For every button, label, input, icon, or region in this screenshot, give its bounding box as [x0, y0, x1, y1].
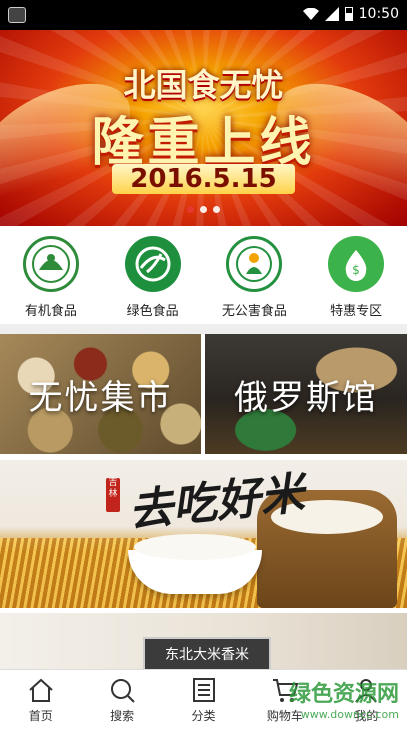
site-watermark: 绿色资源网 www.downcc.com: [289, 676, 399, 721]
tab-label: 首页: [28, 709, 53, 723]
category-icon: [192, 678, 215, 702]
wifi-icon: [302, 8, 319, 20]
tab-label: 搜索: [110, 709, 135, 723]
tab-label: 分类: [191, 709, 216, 723]
product-promo[interactable]: 东北大米香米: [0, 613, 407, 669]
tile-worry-free-market[interactable]: 无忧集市: [0, 334, 201, 454]
rice-promo-banner[interactable]: 吉林 去吃好米: [0, 460, 407, 608]
green-food-icon: [124, 236, 181, 292]
svg-text:$: $: [352, 263, 360, 277]
carousel-dot[interactable]: [213, 206, 220, 213]
tile-label: 俄罗斯馆: [234, 377, 378, 418]
tab-category[interactable]: 分类: [163, 670, 244, 730]
status-bar: 10:50: [0, 0, 407, 30]
section-divider: [0, 324, 407, 334]
tile-russia-pavilion[interactable]: 俄罗斯馆: [205, 334, 407, 454]
battery-icon: [344, 7, 353, 21]
tile-label: 无忧集市: [28, 377, 173, 418]
carousel-dots: [0, 206, 407, 213]
tab-search[interactable]: 搜索: [81, 670, 162, 730]
app-notification-icon: [8, 7, 26, 23]
category-label: 有机食品: [24, 304, 77, 319]
category-organic[interactable]: 有机食品: [0, 226, 102, 324]
search-icon: [111, 679, 135, 703]
category-green[interactable]: 绿色食品: [102, 226, 204, 324]
status-time: 10:50: [358, 6, 399, 22]
tab-home[interactable]: 首页: [0, 670, 81, 730]
rice-seal: 吉林: [106, 478, 120, 512]
promo-label: 东北大米香米: [143, 637, 271, 669]
category-discount[interactable]: $ 特惠专区: [305, 226, 407, 324]
category-label: 无公害食品: [221, 304, 287, 319]
discount-zone-icon: $: [328, 236, 385, 292]
category-label: 特惠专区: [330, 304, 383, 319]
banner-date: 2016.5.15: [0, 164, 407, 194]
carousel-dot[interactable]: [187, 206, 194, 213]
category-row: 有机食品 绿色食品 无公害食品 $ 特惠专区: [0, 226, 407, 324]
pollution-free-icon: [226, 236, 283, 292]
category-label: 绿色食品: [126, 304, 179, 319]
carousel-dot[interactable]: [200, 206, 207, 213]
home-icon: [29, 678, 53, 702]
promo-banner-carousel[interactable]: 北国食无忧 隆重上线 2016.5.15: [0, 30, 407, 226]
banner-date-text: 2016.5.15: [112, 164, 295, 194]
organic-food-icon: [22, 236, 79, 292]
watermark-main: 绿色资源网: [288, 682, 399, 707]
signal-icon: [324, 7, 339, 21]
category-pollution-free[interactable]: 无公害食品: [204, 226, 306, 324]
watermark-url: www.downcc.com: [300, 708, 399, 721]
